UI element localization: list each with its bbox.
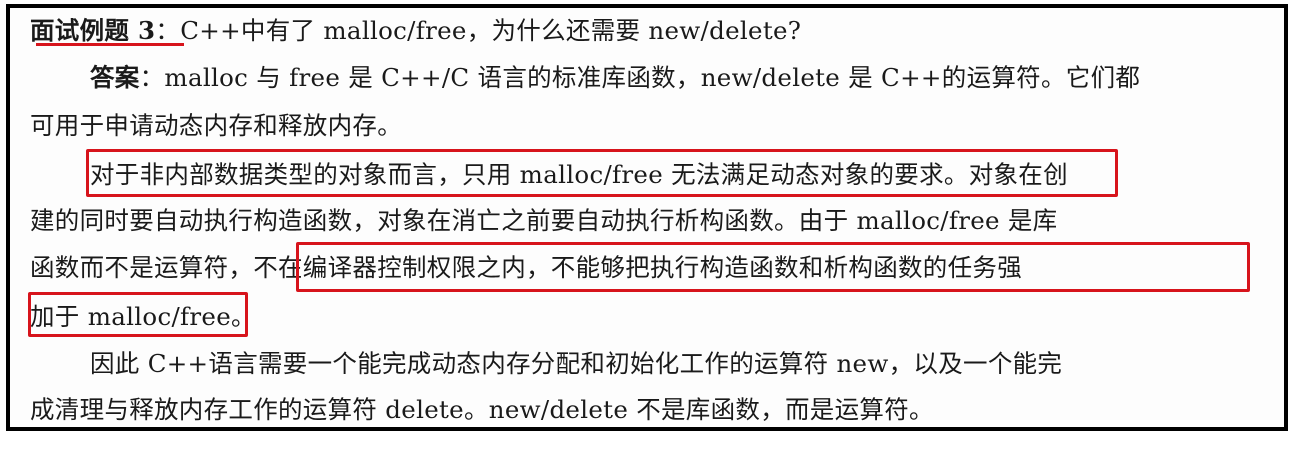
answer-text-1: malloc 与 free 是 C++/C 语言的标准库函数，new/delet… bbox=[164, 63, 1141, 92]
para3-line-2: 成清理与释放内存工作的运算符 delete。new/delete 不是库函数，而… bbox=[30, 395, 934, 424]
highlight-box-1 bbox=[86, 149, 1118, 197]
question-text: C++中有了 malloc/free，为什么还需要 new/delete? bbox=[180, 16, 802, 45]
para3-line-1: 因此 C++语言需要一个能完成动态内存分配和初始化工作的运算符 new，以及一个… bbox=[90, 349, 1063, 378]
answer-separator: ： bbox=[139, 63, 165, 92]
question-separator: ： bbox=[155, 16, 181, 45]
para2-line-2: 建的同时要自动执行构造函数，对象在消亡之前要自动执行析构函数。由于 malloc… bbox=[30, 206, 1058, 235]
answer-line-2: 可用于申请动态内存和释放内存。 bbox=[30, 111, 402, 140]
answer-label: 答案 bbox=[90, 63, 140, 92]
question-underline bbox=[36, 43, 184, 46]
para2-line-3-plain: 函数而不是运算符， bbox=[30, 253, 254, 282]
question-label: 面试例题 3 bbox=[30, 16, 156, 45]
answer-line-1: 答案：malloc 与 free 是 C++/C 语言的标准库函数，new/de… bbox=[90, 58, 1140, 98]
highlight-box-3 bbox=[28, 292, 248, 337]
highlight-box-2 bbox=[296, 242, 1250, 292]
